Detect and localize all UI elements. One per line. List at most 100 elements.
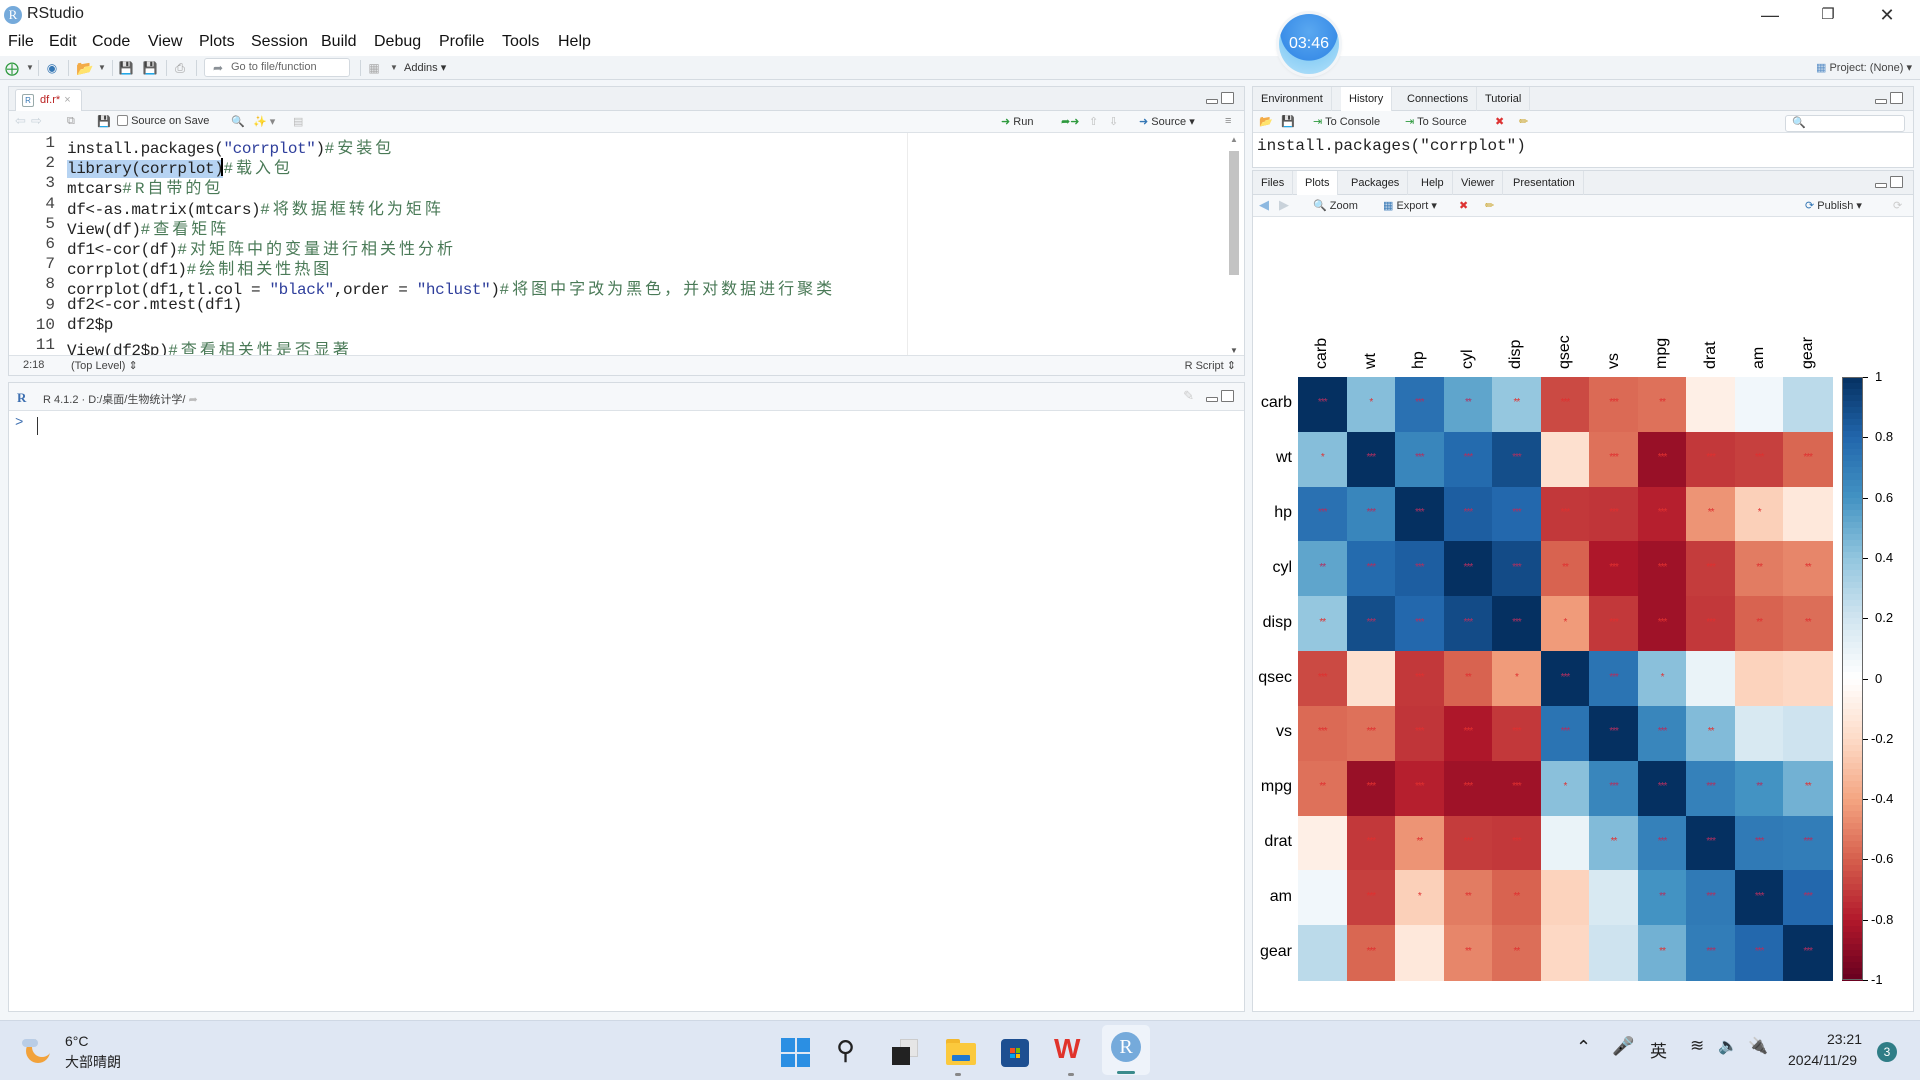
env-min-max[interactable] xyxy=(1875,92,1905,106)
source-button[interactable]: ➜ Source ▾ xyxy=(1139,115,1195,128)
menu-edit[interactable]: Edit xyxy=(49,33,77,51)
scrollbar-thumb[interactable] xyxy=(1229,151,1239,275)
remove-plot-icon[interactable]: ✖ xyxy=(1459,199,1468,212)
refresh-plot-icon[interactable]: ⟳ xyxy=(1893,199,1902,212)
editor-scrollbar[interactable]: ▲ ▼ xyxy=(1228,135,1240,355)
addins-menu[interactable]: Addins ▾ xyxy=(404,61,446,74)
tab-environment[interactable]: Environment xyxy=(1253,87,1332,111)
save-history-icon[interactable]: 💾 xyxy=(1281,115,1295,128)
scroll-up-icon[interactable]: ▲ xyxy=(1230,135,1238,144)
find-replace-icon[interactable]: 🔍 xyxy=(231,115,245,128)
rerun-icon[interactable]: ➦➜ xyxy=(1061,115,1079,128)
menu-file[interactable]: File xyxy=(8,33,34,51)
menu-tools[interactable]: Tools xyxy=(502,33,539,51)
forward-icon[interactable]: ⇨ xyxy=(31,113,42,129)
start-button[interactable] xyxy=(781,1038,810,1067)
zoom-button[interactable]: 🔍 Zoom xyxy=(1313,199,1358,212)
previous-section-icon[interactable]: ⇧ xyxy=(1089,115,1098,128)
tab-presentation[interactable]: Presentation xyxy=(1505,171,1584,195)
print-icon[interactable]: ⎙ xyxy=(172,60,188,76)
code-line[interactable]: df2<-cor.mtest(df1) xyxy=(67,296,242,314)
publish-button[interactable]: ⟳ Publish ▾ xyxy=(1805,199,1862,212)
wifi-icon[interactable]: ≋ xyxy=(1690,1036,1704,1056)
history-search-input[interactable]: 🔍 xyxy=(1785,115,1905,132)
weather-description[interactable]: 大部晴朗 xyxy=(65,1052,121,1072)
history-entry[interactable]: install.packages("corrplot") xyxy=(1257,137,1526,155)
menu-plots[interactable]: Plots xyxy=(199,33,235,51)
tab-connections[interactable]: Connections xyxy=(1399,87,1478,111)
menu-code[interactable]: Code xyxy=(92,33,130,51)
next-section-icon[interactable]: ⇩ xyxy=(1109,115,1118,128)
close-button[interactable]: ✕ xyxy=(1864,2,1910,28)
timer-widget[interactable]: 03:46 xyxy=(1279,14,1339,74)
go-to-dir-icon[interactable]: ➦ xyxy=(188,394,197,406)
back-icon[interactable]: ⇦ xyxy=(15,113,26,129)
project-menu[interactable]: ▦ Project: (None) ▾ xyxy=(1816,61,1912,74)
previous-plot-icon[interactable]: ◀ xyxy=(1259,197,1269,213)
tab-history[interactable]: History xyxy=(1341,87,1393,111)
search-icon[interactable]: ⚲ xyxy=(836,1035,855,1066)
weather-temperature[interactable]: 6°C xyxy=(65,1033,89,1049)
document-outline-icon[interactable]: ▤ xyxy=(293,115,303,128)
tab-tutorial[interactable]: Tutorial xyxy=(1477,87,1531,111)
minimize-pane-icon[interactable] xyxy=(1206,99,1218,104)
open-dropdown-icon[interactable]: ▼ xyxy=(94,60,110,76)
scroll-down-icon[interactable]: ▼ xyxy=(1230,346,1238,355)
scope-selector[interactable]: (Top Level) ⇕ xyxy=(71,359,138,372)
checkbox-box[interactable] xyxy=(117,115,128,126)
next-plot-icon[interactable]: ▶ xyxy=(1279,197,1289,213)
outline-toggle-icon[interactable]: ≡ xyxy=(1225,115,1231,127)
panes-dropdown-icon[interactable]: ▼ xyxy=(386,60,402,76)
file-explorer-icon[interactable] xyxy=(946,1039,976,1065)
to-console-button[interactable]: ⇥ To Console xyxy=(1313,115,1380,128)
to-source-button[interactable]: ⇥ To Source xyxy=(1405,115,1467,128)
tab-plots[interactable]: Plots xyxy=(1297,171,1339,195)
minimize-pane-icon[interactable] xyxy=(1875,183,1887,188)
volume-icon[interactable]: 🔈 xyxy=(1718,1036,1738,1056)
tab-viewer[interactable]: Viewer xyxy=(1453,171,1504,195)
tab-df-r[interactable]: R df.r* × xyxy=(15,89,82,111)
notification-badge[interactable]: 3 xyxy=(1877,1042,1897,1062)
show-in-window-icon[interactable]: ⧉ xyxy=(67,115,75,128)
menu-session[interactable]: Session xyxy=(251,33,308,51)
clear-history-broom-icon[interactable]: ✏ xyxy=(1519,115,1528,128)
save-file-icon[interactable]: 💾 xyxy=(97,115,111,128)
maximize-pane-icon[interactable] xyxy=(1221,390,1234,402)
microsoft-store-icon[interactable] xyxy=(1001,1039,1029,1067)
menu-help[interactable]: Help xyxy=(558,33,591,51)
code-line[interactable]: View(df2$p)#查看相关性是否显著 xyxy=(67,336,352,355)
minimize-pane-icon[interactable] xyxy=(1875,99,1887,104)
code-editor[interactable]: 123456789101112 install.packages("corrpl… xyxy=(9,133,1229,355)
menu-debug[interactable]: Debug xyxy=(374,33,421,51)
weather-icon[interactable] xyxy=(22,1035,52,1065)
editor-min-max[interactable] xyxy=(1206,92,1236,106)
export-button[interactable]: ▦ Export ▾ xyxy=(1383,199,1437,212)
clock-time[interactable]: 23:21 xyxy=(1800,1031,1862,1047)
new-file-icon[interactable]: ⨁ xyxy=(4,60,20,76)
microphone-icon[interactable]: 🎤 xyxy=(1612,1036,1634,1057)
code-tools-icon[interactable]: ✨ ▾ xyxy=(253,115,275,128)
rstudio-taskbar-button[interactable]: R xyxy=(1102,1025,1150,1075)
tab-help[interactable]: Help xyxy=(1413,171,1453,195)
tab-files[interactable]: Files xyxy=(1253,171,1294,195)
minimize-pane-icon[interactable] xyxy=(1206,397,1218,402)
save-all-icon[interactable]: 💾 xyxy=(142,60,158,76)
wps-office-icon[interactable]: W xyxy=(1054,1033,1080,1065)
plots-min-max[interactable] xyxy=(1875,176,1905,190)
new-file-dropdown-icon[interactable]: ▼ xyxy=(22,60,38,76)
code-line[interactable]: df2$p xyxy=(67,316,113,334)
workspace-panes-icon[interactable]: ▦ xyxy=(366,60,382,76)
battery-icon[interactable]: 🔌 xyxy=(1748,1036,1768,1056)
show-hidden-icons[interactable]: ⌃ xyxy=(1576,1037,1591,1058)
new-project-icon[interactable]: ◉ xyxy=(44,60,60,76)
working-directory[interactable]: D:/桌面/生物统计学/ xyxy=(88,394,185,406)
remove-entry-icon[interactable]: ✖ xyxy=(1495,115,1504,128)
run-button[interactable]: ➜ Run xyxy=(1001,115,1033,128)
maximize-pane-icon[interactable] xyxy=(1890,176,1903,188)
load-history-icon[interactable]: 📂 xyxy=(1259,115,1273,128)
close-tab-icon[interactable]: × xyxy=(64,94,70,106)
save-icon[interactable]: 💾 xyxy=(118,60,134,76)
console-input-caret[interactable] xyxy=(37,417,38,435)
file-type-selector[interactable]: R Script ⇕ xyxy=(1185,359,1236,372)
tab-packages[interactable]: Packages xyxy=(1343,171,1409,195)
